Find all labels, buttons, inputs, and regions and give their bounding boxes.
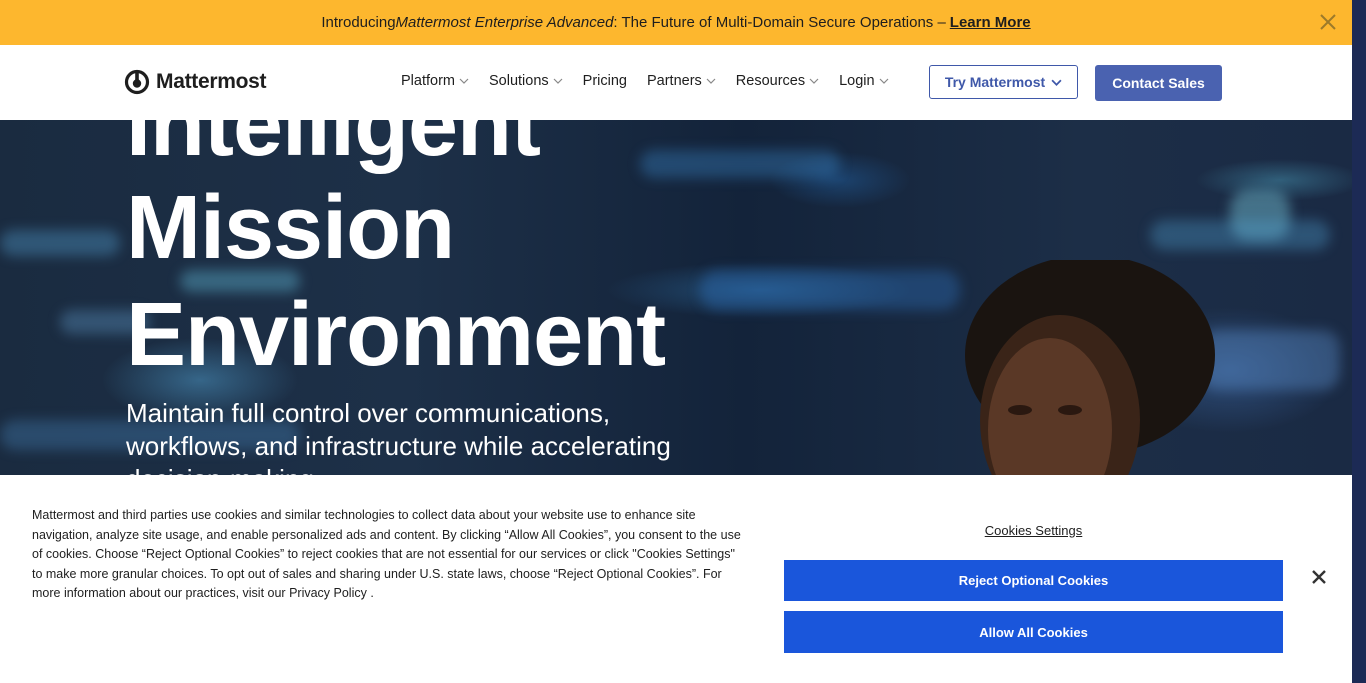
nav-label: Solutions	[489, 73, 549, 89]
try-mattermost-label: Try Mattermost	[944, 74, 1046, 90]
site-header: Mattermost Platform Solutions Pricing Pa…	[0, 45, 1352, 120]
close-icon[interactable]	[1311, 569, 1327, 585]
hero-person-image	[965, 260, 1215, 475]
nav-item-platform[interactable]: Platform	[401, 73, 469, 89]
chevron-down-icon	[879, 78, 889, 84]
contact-sales-button[interactable]: Contact Sales	[1095, 65, 1222, 101]
page-edge-strip	[1352, 0, 1366, 683]
hero-subtitle: Maintain full control over communication…	[126, 398, 671, 475]
nav-item-pricing[interactable]: Pricing	[583, 73, 627, 89]
main-nav: Platform Solutions Pricing Partners Reso…	[401, 73, 909, 89]
learn-more-link[interactable]: Learn More	[950, 14, 1031, 31]
nav-label: Partners	[646, 73, 702, 89]
hero-title-line-3: Environment	[126, 285, 666, 385]
cookie-text-end: .	[366, 586, 374, 600]
hero-title-line-2: Mission	[126, 178, 455, 278]
chevron-down-icon	[1051, 79, 1062, 86]
background-screen-glow	[1150, 220, 1330, 250]
hero-title-line-1: Intelligent	[126, 120, 541, 175]
try-mattermost-button[interactable]: Try Mattermost	[929, 65, 1078, 99]
mattermost-logo-icon	[124, 69, 150, 95]
privacy-policy-link[interactable]: Privacy Policy	[289, 586, 367, 600]
background-screen-glow	[0, 230, 120, 256]
nav-item-partners[interactable]: Partners	[647, 73, 716, 89]
chevron-down-icon	[459, 78, 469, 84]
cookie-banner: Mattermost and third parties use cookies…	[0, 475, 1352, 683]
nav-item-login[interactable]: Login	[839, 73, 889, 89]
nav-label: Login	[839, 73, 875, 89]
background-screen-glow	[640, 150, 840, 178]
allow-all-cookies-button[interactable]: Allow All Cookies	[784, 611, 1283, 653]
announcement-prefix: Introducing	[321, 14, 396, 31]
nav-item-resources[interactable]: Resources	[736, 73, 819, 89]
announcement-product: Mattermost Enterprise Advanced	[395, 14, 614, 31]
chevron-down-icon	[706, 78, 716, 84]
background-screen-glow	[700, 270, 960, 310]
announcement-bar: Introducing Mattermost Enterprise Advanc…	[0, 0, 1352, 45]
logo[interactable]: Mattermost	[124, 69, 266, 95]
nav-label: Pricing	[582, 73, 627, 89]
nav-label: Platform	[401, 73, 455, 89]
nav-label: Resources	[735, 73, 806, 89]
close-icon[interactable]	[1318, 12, 1338, 32]
chevron-down-icon	[809, 78, 819, 84]
cookies-settings-link[interactable]: Cookies Settings	[784, 523, 1283, 538]
cookie-text: Mattermost and third parties use cookies…	[32, 508, 741, 600]
page: Introducing Mattermost Enterprise Advanc…	[0, 0, 1352, 683]
chevron-down-icon	[553, 78, 563, 84]
logo-text: Mattermost	[156, 70, 267, 93]
hero-section: Intelligent Mission Environment Maintain…	[0, 120, 1352, 475]
announcement-suffix: : The Future of Multi-Domain Secure Oper…	[613, 14, 946, 31]
nav-item-solutions[interactable]: Solutions	[489, 73, 563, 89]
reject-optional-cookies-button[interactable]: Reject Optional Cookies	[784, 560, 1283, 601]
cookie-description: Mattermost and third parties use cookies…	[32, 506, 747, 604]
